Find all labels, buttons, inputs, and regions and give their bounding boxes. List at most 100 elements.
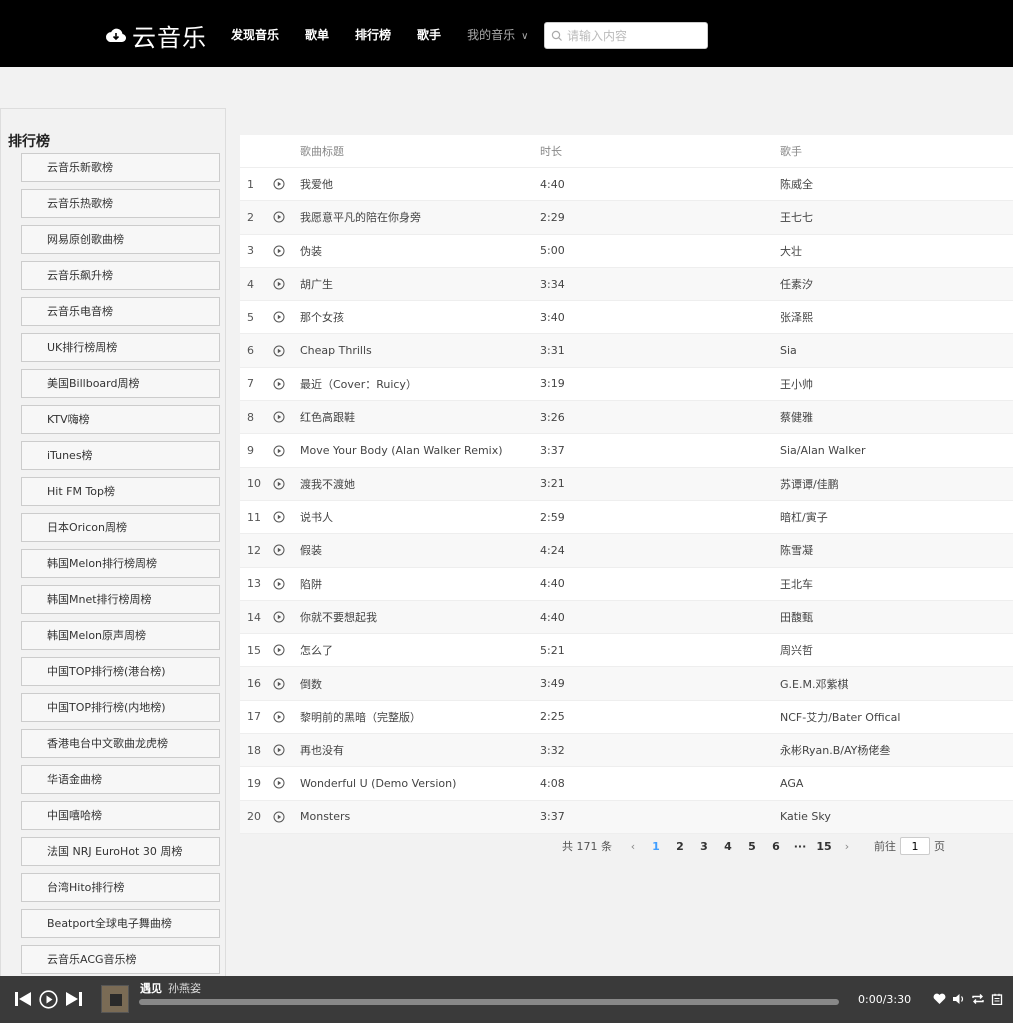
- table-row[interactable]: 9 Move Your Body (Alan Walker Remix) 3:37 S…: [240, 434, 1013, 468]
- song-title[interactable]: Move Your Body (Alan Walker Remix): [300, 444, 540, 457]
- chart-item[interactable]: 云音乐ACG音乐榜: [21, 945, 220, 974]
- page-number[interactable]: 15: [812, 840, 836, 853]
- chart-item[interactable]: 云音乐电音榜: [21, 297, 220, 326]
- heart-icon[interactable]: [930, 992, 949, 1006]
- play-circle-icon[interactable]: [273, 311, 300, 323]
- song-title[interactable]: 再也没有: [300, 742, 540, 758]
- chart-item[interactable]: 法国 NRJ EuroHot 30 周榜: [21, 837, 220, 866]
- chart-item[interactable]: Hit FM Top榜: [21, 477, 220, 506]
- song-title[interactable]: 你就不要想起我: [300, 609, 540, 625]
- table-row[interactable]: 13 陷阱 4:40 王北车: [240, 567, 1013, 601]
- song-title[interactable]: Cheap Thrills: [300, 344, 540, 357]
- page-number[interactable]: 3: [692, 840, 716, 853]
- chart-item[interactable]: 韩国Melon排行榜周榜: [21, 549, 220, 578]
- table-row[interactable]: 17 黎明前的黑暗（完整版） 2:25 NCF-艾力/Bater Offical: [240, 700, 1013, 735]
- play-circle-icon[interactable]: [273, 811, 300, 823]
- table-row[interactable]: 4 胡广生 3:34 任素汐: [240, 267, 1013, 302]
- song-title[interactable]: 倒数: [300, 676, 540, 692]
- table-row[interactable]: 20 Monsters 3:37 Katie Sky: [240, 800, 1013, 834]
- play-circle-icon[interactable]: [273, 744, 300, 756]
- page-number[interactable]: 6: [764, 840, 788, 853]
- song-title[interactable]: 陷阱: [300, 576, 540, 592]
- song-artist[interactable]: 陈威全: [780, 176, 1013, 192]
- chart-item[interactable]: 日本Oricon周榜: [21, 513, 220, 542]
- table-row[interactable]: 15 怎么了 5:21 周兴哲: [240, 634, 1013, 668]
- chart-item[interactable]: 台湾Hito排行榜: [21, 873, 220, 902]
- song-title[interactable]: 伪装: [300, 243, 540, 259]
- song-artist[interactable]: 大壮: [780, 243, 1013, 259]
- nav-my-music[interactable]: 我的音乐 ∨: [467, 26, 528, 43]
- song-title[interactable]: 红色高跟鞋: [300, 409, 540, 425]
- song-artist[interactable]: 陈雪凝: [780, 542, 1013, 558]
- play-circle-icon[interactable]: [273, 345, 300, 357]
- song-artist[interactable]: 暗杠/寅子: [780, 509, 1013, 525]
- chart-item[interactable]: 网易原创歌曲榜: [21, 225, 220, 254]
- play-circle-icon[interactable]: [273, 777, 300, 789]
- page-ellipsis[interactable]: ···: [788, 840, 812, 853]
- table-row[interactable]: 2 我愿意平凡的陪在你身旁 2:29 王七七: [240, 201, 1013, 235]
- song-title[interactable]: 最近（Cover：Ruicy）: [300, 376, 540, 392]
- song-artist[interactable]: Sia: [780, 344, 1013, 357]
- play-circle-icon[interactable]: [273, 611, 300, 623]
- chart-item[interactable]: 云音乐飙升榜: [21, 261, 220, 290]
- page-number[interactable]: 1: [644, 840, 668, 853]
- table-row[interactable]: 7 最近（Cover：Ruicy） 3:19 王小帅: [240, 367, 1013, 402]
- chart-item[interactable]: 云音乐热歌榜: [21, 189, 220, 218]
- table-row[interactable]: 11 说书人 2:59 暗杠/寅子: [240, 500, 1013, 535]
- play-circle-icon[interactable]: [273, 245, 300, 257]
- prev-page-icon[interactable]: ‹: [622, 840, 644, 853]
- song-artist[interactable]: G.E.M.邓紫棋: [780, 676, 1013, 692]
- play-circle-icon[interactable]: [273, 578, 300, 590]
- song-artist[interactable]: 王七七: [780, 209, 1013, 225]
- song-title[interactable]: 胡广生: [300, 276, 540, 292]
- song-title[interactable]: 我愿意平凡的陪在你身旁: [300, 209, 540, 225]
- progress-bar[interactable]: [139, 999, 839, 1005]
- song-title[interactable]: 说书人: [300, 509, 540, 525]
- play-circle-icon[interactable]: [273, 511, 300, 523]
- playlist-icon[interactable]: [987, 992, 1006, 1006]
- song-title[interactable]: 我爱他: [300, 176, 540, 192]
- play-circle-icon[interactable]: [273, 378, 300, 390]
- song-artist[interactable]: Sia/Alan Walker: [780, 444, 1013, 457]
- play-icon[interactable]: [39, 990, 58, 1009]
- chart-item[interactable]: Beatport全球电子舞曲榜: [21, 909, 220, 938]
- song-artist[interactable]: 永彬Ryan.B/AY杨佬叁: [780, 742, 1013, 758]
- song-artist[interactable]: 王小帅: [780, 376, 1013, 392]
- previous-track-icon[interactable]: [14, 991, 32, 1007]
- song-title[interactable]: 黎明前的黑暗（完整版）: [300, 709, 540, 725]
- chart-item[interactable]: 韩国Melon原声周榜: [21, 621, 220, 650]
- chart-item[interactable]: 中国TOP排行榜(港台榜): [21, 657, 220, 686]
- page-number[interactable]: 2: [668, 840, 692, 853]
- play-circle-icon[interactable]: [273, 644, 300, 656]
- play-circle-icon[interactable]: [273, 211, 300, 223]
- album-cover[interactable]: [101, 985, 129, 1013]
- song-title[interactable]: Wonderful U (Demo Version): [300, 777, 540, 790]
- song-artist[interactable]: Katie Sky: [780, 810, 1013, 823]
- song-artist[interactable]: 王北车: [780, 576, 1013, 592]
- table-row[interactable]: 6 Cheap Thrills 3:31 Sia: [240, 334, 1013, 368]
- page-number[interactable]: 5: [740, 840, 764, 853]
- song-artist[interactable]: 蔡健雅: [780, 409, 1013, 425]
- chart-item[interactable]: UK排行榜周榜: [21, 333, 220, 362]
- table-row[interactable]: 1 我爱他 4:40 陈威全: [240, 168, 1013, 202]
- chart-item[interactable]: iTunes榜: [21, 441, 220, 470]
- next-track-icon[interactable]: [65, 991, 83, 1007]
- logo[interactable]: 云音乐: [104, 20, 207, 52]
- play-circle-icon[interactable]: [273, 445, 300, 457]
- song-artist[interactable]: 任素汐: [780, 276, 1013, 292]
- song-artist[interactable]: 苏谭谭/佳鹏: [780, 476, 1013, 492]
- loop-icon[interactable]: [968, 992, 987, 1006]
- table-row[interactable]: 14 你就不要想起我 4:40 田馥甄: [240, 600, 1013, 635]
- next-page-icon[interactable]: ›: [836, 840, 858, 853]
- table-row[interactable]: 5 那个女孩 3:40 张泽熙: [240, 301, 1013, 335]
- chart-item[interactable]: 云音乐新歌榜: [21, 153, 220, 182]
- table-row[interactable]: 3 伪装 5:00 大壮: [240, 234, 1013, 268]
- table-row[interactable]: 8 红色高跟鞋 3:26 蔡健雅: [240, 401, 1013, 435]
- volume-icon[interactable]: [949, 992, 968, 1006]
- chart-item[interactable]: KTV嗨榜: [21, 405, 220, 434]
- table-row[interactable]: 16 倒数 3:49 G.E.M.邓紫棋: [240, 667, 1013, 701]
- song-artist[interactable]: 张泽熙: [780, 309, 1013, 325]
- play-circle-icon[interactable]: [273, 478, 300, 490]
- song-title[interactable]: Monsters: [300, 810, 540, 823]
- song-title[interactable]: 渡我不渡她: [300, 476, 540, 492]
